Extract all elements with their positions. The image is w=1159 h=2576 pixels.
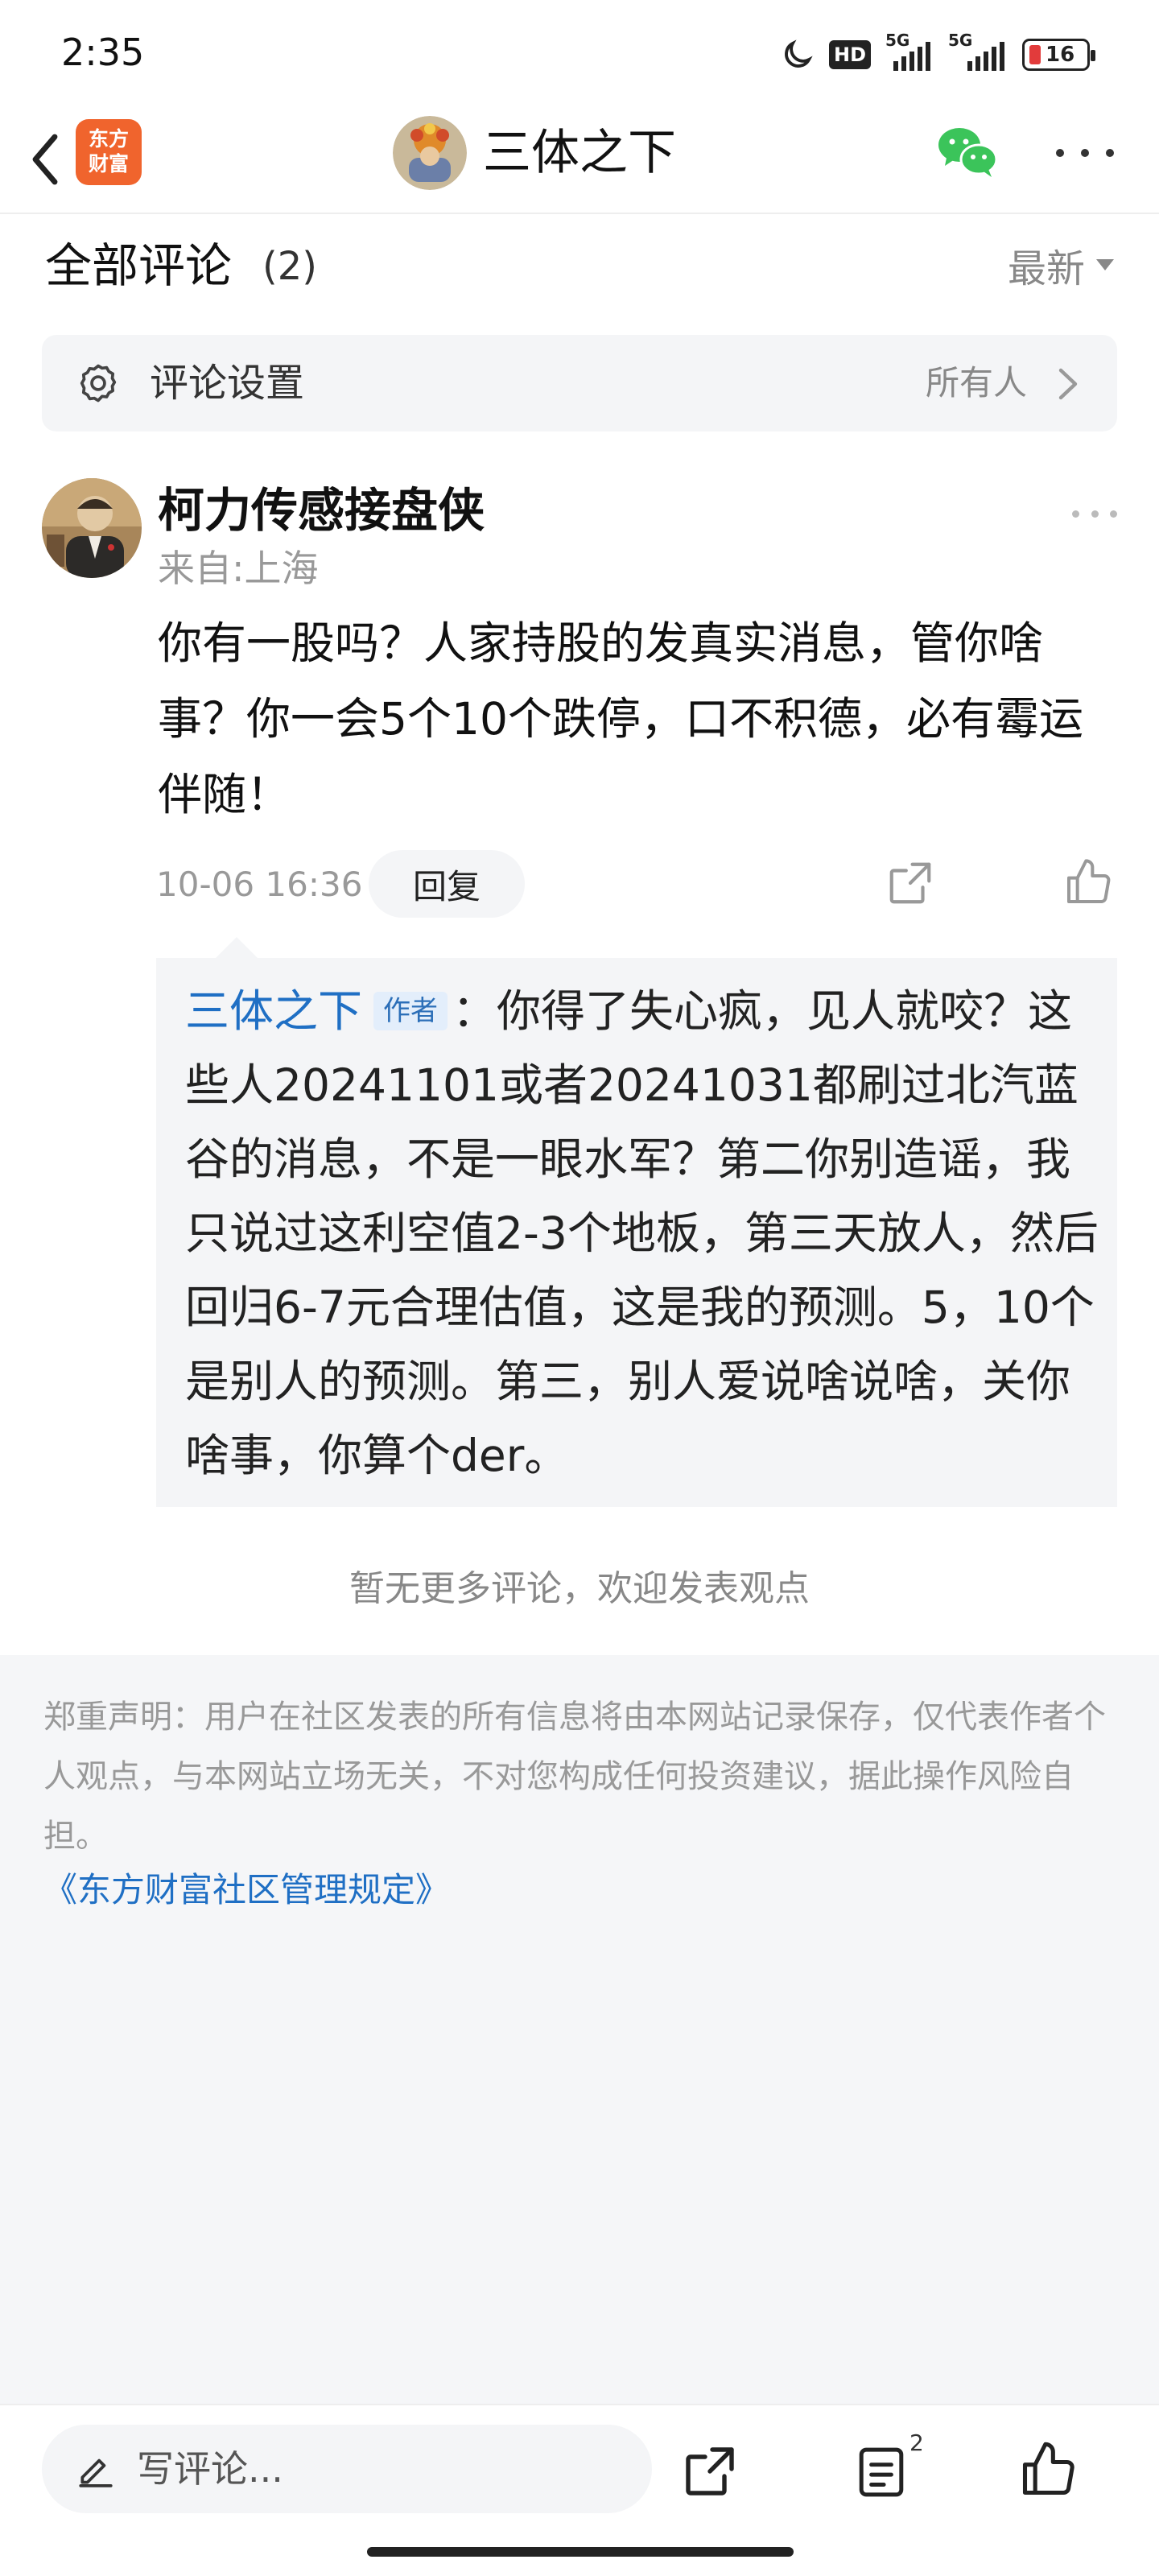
commenter-location: 来自:上海 (158, 547, 319, 590)
author-reply-box[interactable]: 三体之下 作者 ：你得了失心疯，见人就咬？这些人20241101或者20241031… (156, 937, 1117, 1507)
status-bar: 2:35 HD 5G 5G 16 (0, 0, 1159, 105)
comment-settings-label: 评论设置 (150, 361, 305, 406)
status-time: 2:35 (61, 31, 145, 74)
avatar-image (393, 116, 467, 190)
share-icon[interactable] (681, 2442, 739, 2500)
commenter-avatar[interactable] (42, 478, 142, 578)
comment-text: 你有一股吗？人家持股的发真实消息，管你啥事？你一会5个10个跌停，口不积德，必有… (158, 617, 1083, 820)
caret-down-icon (1096, 259, 1114, 270)
thumbs-up-icon[interactable] (1017, 2439, 1079, 2500)
bottom-action-bar: 写评论... 2 (0, 2404, 1159, 2576)
back-button[interactable] (21, 127, 69, 192)
chevron-left-icon (32, 134, 58, 185)
comment-more-button[interactable] (1072, 499, 1117, 528)
status-icons: HD 5G 5G 16 (781, 31, 1095, 77)
wechat-icon (938, 128, 998, 177)
gear-icon (80, 364, 117, 402)
commenter-name[interactable]: 柯力传感接盘侠 (158, 480, 485, 541)
pen-icon (79, 2458, 113, 2487)
avatar-image (42, 478, 142, 578)
more-options-button[interactable] (1056, 137, 1114, 169)
battery-icon: 16 (1022, 39, 1095, 71)
hd-badge: HD (828, 40, 871, 69)
signal-5g-icon: 5G (885, 31, 934, 71)
reply-text: 你得了失心疯，见人就咬？这些人20241101或者20241031都刷过北汽蓝谷… (185, 985, 1099, 1481)
comment-settings-value: 所有人 (925, 363, 1027, 402)
community-rules-link[interactable]: 《东方财富社区管理规定》 (43, 1864, 449, 1916)
moon-icon (785, 39, 813, 68)
comments-title: 全部评论 (45, 238, 233, 293)
battery-level: 16 (1046, 43, 1075, 67)
reply-content: 三体之下 作者 ：你得了失心疯，见人就咬？这些人20241101或者20241031… (185, 974, 1099, 1492)
no-more-comments-text: 暂无更多评论，欢迎发表观点 (349, 1568, 810, 1609)
eastmoney-logo[interactable]: 东方 财富 (76, 119, 142, 185)
wechat-share-button[interactable] (935, 121, 1001, 182)
share-icon[interactable] (885, 858, 935, 908)
top-nav-bar: 东方 财富 三体之下 (0, 105, 1159, 214)
comment-list-icon[interactable] (856, 2444, 906, 2500)
author-avatar[interactable] (393, 116, 467, 190)
comment-count-badge: 2 (909, 2429, 924, 2456)
page-title: 三体之下 (483, 125, 676, 181)
home-indicator (367, 2547, 794, 2557)
write-comment-input[interactable]: 写评论... (42, 2425, 652, 2513)
chevron-right-icon (1058, 368, 1078, 400)
comment-timestamp: 10-06 16:36 (156, 865, 363, 904)
reply-button[interactable]: 回复 (369, 850, 525, 918)
comment-settings-row[interactable]: 评论设置 所有人 (42, 335, 1117, 431)
write-comment-placeholder: 写评论... (137, 2447, 283, 2491)
comments-count: (2) (262, 244, 317, 289)
reply-separator: ： (452, 985, 497, 1037)
author-badge: 作者 (373, 992, 448, 1030)
sort-dropdown[interactable]: 最新 (1008, 237, 1114, 293)
reply-author-name[interactable]: 三体之下 (185, 985, 362, 1037)
disclaimer-text: 郑重声明：用户在社区发表的所有信息将由本网站记录保存，仅代表作者个人观点，与本网… (43, 1699, 1106, 1855)
thumbs-up-icon[interactable] (1062, 857, 1114, 908)
sort-label: 最新 (1007, 246, 1085, 291)
signal-5g-icon: 5G (948, 31, 1008, 71)
